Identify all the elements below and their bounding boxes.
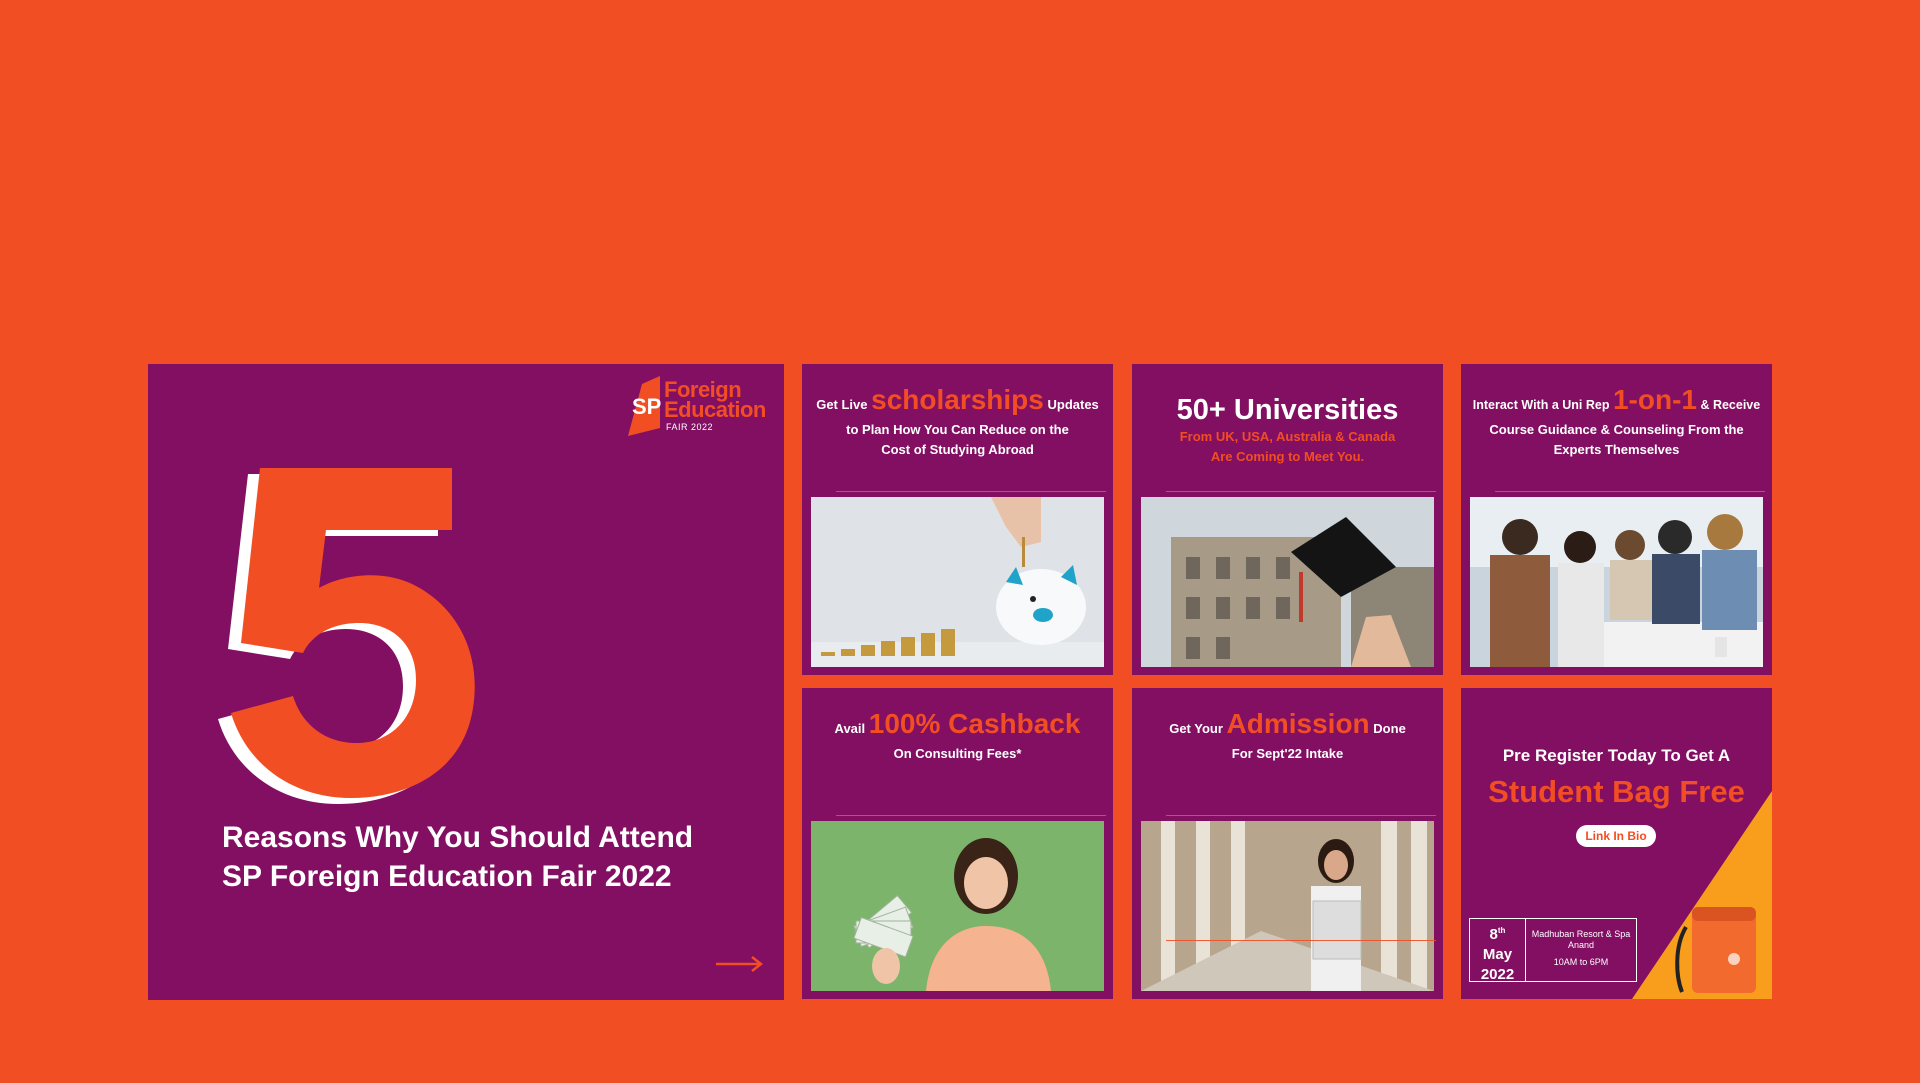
decor-line (836, 491, 1106, 492)
universities-line2: From UK, USA, Australia & Canada (1179, 429, 1396, 444)
venue-line2: Anand (1567, 940, 1595, 950)
svg-text:SP: SP (632, 394, 661, 419)
admission-heading: Get Your Admission Done (1132, 710, 1443, 739)
cashback-pre: Avail (834, 721, 866, 736)
event-date-box: 8th May 2022 Madhuban Resort & Spa Anand… (1469, 918, 1637, 983)
event-venue: Madhuban Resort & Spa Anand 10AM to 6PM (1526, 919, 1636, 968)
decor-line (1166, 491, 1436, 492)
sp-fair-logo: SP Foreign Education FAIR 2022 (624, 376, 774, 438)
decor-line (1166, 940, 1436, 941)
woman-with-cash-photo (811, 821, 1104, 991)
universities-title: 50+ Universities (1176, 394, 1399, 426)
one-on-one-line3: Experts Themselves (1553, 442, 1680, 457)
link-in-bio-button[interactable]: Link In Bio (1576, 825, 1656, 847)
admission-pre: Get Your (1169, 721, 1223, 736)
admission-post: Done (1373, 721, 1406, 736)
students-group-photo (1470, 497, 1763, 667)
cashback-accent: 100% Cashback (868, 708, 1081, 739)
scholarships-post: Updates (1047, 397, 1099, 412)
one-on-one-heading: Interact With a Uni Rep 1-on-1 & Receive (1461, 386, 1772, 415)
arrow-right-icon[interactable] (716, 956, 764, 972)
event-time: 10AM to 6PM (1553, 957, 1609, 967)
one-on-one-card: Interact With a Uni Rep 1-on-1 & Receive… (1461, 364, 1772, 675)
scholarships-line3: Cost of Studying Abroad (881, 442, 1034, 457)
one-on-one-pre: Interact With a Uni Rep (1472, 398, 1610, 412)
cashback-heading: Avail 100% Cashback (802, 710, 1113, 739)
student-bag-free-text: Student Bag Free (1488, 774, 1745, 809)
one-on-one-accent: 1-on-1 (1612, 384, 1697, 415)
student-corridor-photo (1141, 821, 1434, 991)
number-five-graphic (218, 468, 475, 804)
scholarships-line2: to Plan How You Can Reduce on the (846, 422, 1069, 437)
admission-accent: Admission (1226, 708, 1370, 739)
universities-card: 50+ Universities From UK, USA, Australia… (1132, 364, 1443, 675)
admission-line2: For Sept'22 Intake (1231, 746, 1344, 761)
scholarships-pre: Get Live (816, 397, 868, 412)
event-date: 8th May 2022 (1470, 919, 1526, 983)
sp-logo-icon: SP (628, 376, 661, 436)
scholarships-heading: Get Live scholarships Updates (802, 386, 1113, 415)
student-bag-icon (1675, 907, 1756, 993)
date-sup: th (1497, 926, 1506, 935)
logo-text-fair: FAIR 2022 (666, 422, 714, 432)
one-on-one-post: & Receive (1700, 398, 1761, 412)
decor-line (1166, 815, 1436, 816)
date-day: 8 (1489, 926, 1498, 943)
scholarships-card: Get Live scholarships Updates to Plan Ho… (802, 364, 1113, 675)
cashback-card: Avail 100% Cashback On Consulting Fees* (802, 688, 1113, 999)
headline-line-1: Reasons Why You Should Attend (222, 821, 694, 854)
main-reasons-card: SP Foreign Education FAIR 2022 Reasons W… (148, 364, 784, 1000)
scholarships-accent: scholarships (871, 384, 1044, 415)
venue-line1: Madhuban Resort & Spa (1531, 929, 1631, 939)
logo-text-education: Education (664, 397, 766, 422)
cashback-line2: On Consulting Fees* (893, 746, 1022, 761)
headline-line-2: SP Foreign Education Fair 2022 (222, 860, 672, 893)
piggy-bank-photo (811, 497, 1104, 667)
main-headline: Reasons Why You Should Attend SP Foreign… (222, 818, 693, 896)
preregister-text: Pre Register Today To Get A (1502, 746, 1731, 765)
student-bag-card: Pre Register Today To Get A Student Bag … (1461, 688, 1772, 999)
date-month: May (1482, 946, 1513, 963)
admission-card: Get Your Admission Done For Sept'22 Inta… (1132, 688, 1443, 999)
decor-line (1495, 491, 1765, 492)
graduation-cap-photo (1141, 497, 1434, 667)
universities-line3: Are Coming to Meet You. (1210, 449, 1365, 464)
decor-line (836, 815, 1106, 816)
one-on-one-line2: Course Guidance & Counseling From the (1489, 422, 1744, 437)
date-year: 2022 (1480, 966, 1515, 983)
